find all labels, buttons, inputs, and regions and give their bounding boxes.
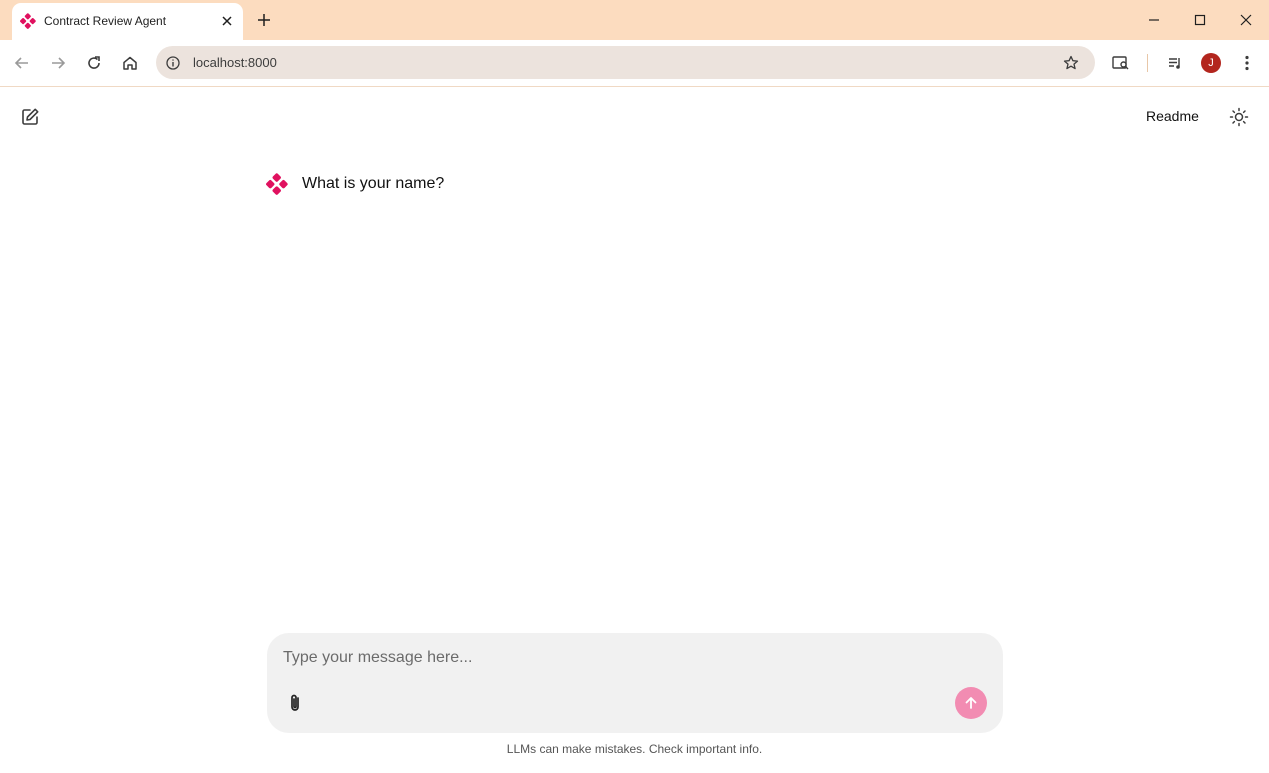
toolbar-separator (1147, 54, 1148, 72)
send-button[interactable] (955, 687, 987, 719)
more-menu-icon[interactable] (1235, 51, 1259, 75)
message-composer (267, 633, 1003, 733)
site-info-icon[interactable] (164, 54, 182, 72)
sun-icon[interactable] (1228, 106, 1250, 128)
paperclip-icon[interactable] (284, 692, 306, 714)
arrow-up-icon (965, 697, 977, 709)
disclaimer-text: LLMs can make mistakes. Check important … (506, 742, 763, 756)
home-icon[interactable] (118, 51, 142, 75)
browser-toolbar: localhost:8000 J (0, 40, 1269, 87)
forward-arrow-icon[interactable] (46, 51, 70, 75)
bookmark-star-icon[interactable] (1061, 53, 1081, 73)
media-controls-icon[interactable] (1163, 51, 1187, 75)
message-input[interactable] (283, 647, 973, 669)
profile-avatar[interactable]: J (1201, 53, 1221, 73)
tab-search-icon[interactable] (1109, 51, 1133, 75)
edit-icon[interactable] (19, 106, 41, 128)
minimize-icon[interactable] (1142, 8, 1166, 32)
address-bar[interactable]: localhost:8000 (156, 46, 1095, 79)
new-tab-plus-icon[interactable] (254, 10, 274, 30)
assistant-message: What is your name? (266, 173, 444, 195)
reload-icon[interactable] (82, 51, 106, 75)
back-arrow-icon[interactable] (10, 51, 34, 75)
pinwheel-logo-icon (266, 173, 288, 195)
pinwheel-logo-icon (20, 13, 36, 29)
browser-tab-title: Contract Review Agent (44, 14, 167, 28)
readme-link[interactable]: Readme (1146, 108, 1199, 124)
browser-tab-strip: Contract Review Agent (0, 0, 1269, 40)
address-url: localhost:8000 (193, 55, 277, 70)
window-close-icon[interactable] (1234, 8, 1258, 32)
message-text: What is your name? (302, 175, 445, 192)
maximize-icon[interactable] (1188, 8, 1212, 32)
close-icon[interactable] (218, 12, 236, 30)
browser-tab[interactable]: Contract Review Agent (12, 3, 243, 40)
